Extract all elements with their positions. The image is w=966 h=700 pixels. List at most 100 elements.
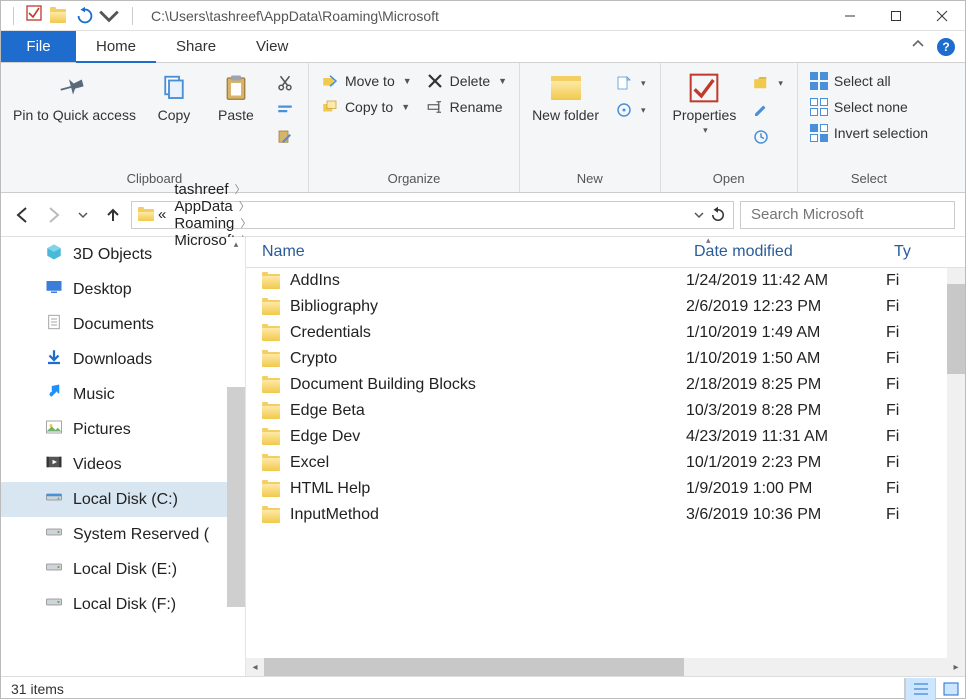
nav-scrollbar-thumb[interactable] [227, 387, 245, 607]
column-type[interactable]: Ty [886, 243, 965, 261]
cut-button[interactable] [270, 71, 300, 95]
column-name[interactable]: Name [246, 243, 686, 261]
navpane-item[interactable]: Local Disk (E:) [1, 552, 245, 587]
file-row[interactable]: HTML Help 1/9/2019 1:00 PM Fi [246, 476, 965, 502]
breadcrumb-bar[interactable]: « tashreef〉AppData〉Roaming〉Microsoft〉 [131, 201, 734, 229]
collapse-ribbon-icon[interactable] [911, 37, 925, 56]
file-row[interactable]: AddIns 1/24/2019 11:42 AM Fi [246, 268, 965, 294]
chevron-right-icon: 〉 [240, 215, 251, 231]
breadcrumb-item[interactable]: Roaming〉 [170, 215, 256, 232]
navigation-pane[interactable]: ▴ 3D ObjectsDesktopDocuments Downloads Mus… [1, 237, 246, 676]
navpane-icon [45, 418, 63, 441]
navpane-item[interactable]: Local Disk (C:) [1, 482, 245, 517]
navpane-icon [45, 383, 63, 406]
file-name: Excel [290, 454, 686, 472]
up-button[interactable] [101, 203, 125, 227]
file-row[interactable]: InputMethod 3/6/2019 10:36 PM Fi [246, 502, 965, 528]
qat-separator [132, 7, 133, 25]
copy-button[interactable]: Copy [144, 67, 204, 127]
main-area: ▴ 3D ObjectsDesktopDocuments Downloads Mus… [1, 237, 965, 676]
recent-locations-button[interactable] [71, 203, 95, 227]
easy-access-button[interactable]: ▾ [609, 98, 652, 122]
minimize-button[interactable] [827, 1, 873, 31]
group-label: Select [851, 167, 887, 192]
move-to-button[interactable]: Move to▼ [315, 69, 418, 93]
status-bar: 31 items [1, 676, 965, 700]
search-box[interactable] [740, 201, 955, 229]
rename-button[interactable]: Rename [420, 95, 513, 119]
navpane-item[interactable]: Music [1, 377, 245, 412]
navpane-item[interactable]: Documents [1, 307, 245, 342]
home-tab[interactable]: Home [76, 31, 156, 63]
navpane-icon [45, 348, 63, 371]
open-button[interactable]: ▾ [746, 71, 789, 95]
navpane-label: Downloads [73, 351, 152, 369]
file-name: Bibliography [290, 298, 686, 316]
navpane-item[interactable]: Pictures [1, 412, 245, 447]
file-row[interactable]: Edge Beta 10/3/2019 8:28 PM Fi [246, 398, 965, 424]
file-row[interactable]: Crypto 1/10/2019 1:50 AM Fi [246, 346, 965, 372]
hscroll-thumb[interactable] [264, 658, 684, 676]
refresh-icon[interactable] [709, 206, 727, 224]
file-name: HTML Help [290, 480, 686, 498]
file-name: InputMethod [290, 506, 686, 524]
new-folder-qat-icon[interactable] [50, 9, 66, 23]
folder-icon [262, 300, 280, 315]
column-date[interactable]: Date modified [686, 243, 886, 261]
pin-quick-access-button[interactable]: Pin to Quick access [7, 67, 142, 127]
undo-qat-button[interactable] [74, 5, 120, 27]
select-all-button[interactable]: Select all [804, 69, 934, 93]
forward-button[interactable] [41, 203, 65, 227]
navpane-item[interactable]: Desktop [1, 272, 245, 307]
details-view-button[interactable] [905, 678, 935, 700]
view-tab[interactable]: View [236, 31, 308, 62]
properties-button[interactable]: Properties ▾ [667, 67, 743, 140]
file-row[interactable]: Credentials 1/10/2019 1:49 AM Fi [246, 320, 965, 346]
maximize-button[interactable] [873, 1, 919, 31]
item-count: 31 items [11, 681, 64, 697]
navpane-icon [45, 278, 63, 301]
chevron-down-icon[interactable] [693, 209, 705, 221]
file-row[interactable]: Document Building Blocks 2/18/2019 8:25 … [246, 372, 965, 398]
select-none-button[interactable]: Select none [804, 95, 934, 119]
copy-to-button[interactable]: Copy to▼ [315, 95, 418, 119]
properties-qat-icon[interactable] [26, 5, 42, 26]
paste-shortcut-button[interactable] [270, 125, 300, 149]
file-row[interactable]: Bibliography 2/6/2019 12:23 PM Fi [246, 294, 965, 320]
nav-scroll-up[interactable]: ▴ [227, 237, 245, 251]
invert-selection-button[interactable]: Invert selection [804, 121, 934, 145]
new-folder-button[interactable]: New folder [526, 67, 605, 127]
navpane-item[interactable]: Local Disk (F:) [1, 587, 245, 622]
search-input[interactable] [749, 205, 952, 224]
file-date: 3/6/2019 10:36 PM [686, 506, 886, 524]
navpane-item[interactable]: System Reserved ( [1, 517, 245, 552]
breadcrumb-item[interactable]: tashreef〉 [170, 181, 256, 198]
scrollbar-thumb[interactable] [947, 284, 965, 374]
back-button[interactable] [11, 203, 35, 227]
close-button[interactable] [919, 1, 965, 31]
help-icon[interactable]: ? [937, 38, 955, 56]
thumbnails-view-button[interactable] [935, 678, 965, 700]
address-bar-row: « tashreef〉AppData〉Roaming〉Microsoft〉 [1, 193, 965, 237]
history-button[interactable] [746, 125, 789, 149]
breadcrumb-item[interactable]: AppData〉 [170, 198, 256, 215]
file-tab[interactable]: File [1, 31, 76, 62]
file-row[interactable]: Edge Dev 4/23/2019 11:31 AM Fi [246, 424, 965, 450]
vertical-scrollbar[interactable] [947, 268, 965, 658]
scroll-right-button[interactable]: ▸ [947, 662, 965, 673]
breadcrumb-overflow[interactable]: « [154, 206, 170, 223]
file-row[interactable]: Excel 10/1/2019 2:23 PM Fi [246, 450, 965, 476]
navpane-icon [45, 453, 63, 476]
paste-button[interactable]: Paste [206, 67, 266, 127]
navpane-item[interactable]: Downloads [1, 342, 245, 377]
folder-icon [262, 482, 280, 497]
navpane-item[interactable]: Videos [1, 447, 245, 482]
scroll-left-button[interactable]: ◂ [246, 662, 264, 673]
horizontal-scrollbar[interactable]: ◂ ▸ [246, 658, 965, 676]
share-tab[interactable]: Share [156, 31, 236, 62]
edit-button[interactable] [746, 98, 789, 122]
new-item-button[interactable]: ▾ [609, 71, 652, 95]
delete-button[interactable]: Delete▼ [420, 69, 513, 93]
copy-path-button[interactable] [270, 98, 300, 122]
navpane-item[interactable]: 3D Objects [1, 237, 245, 272]
